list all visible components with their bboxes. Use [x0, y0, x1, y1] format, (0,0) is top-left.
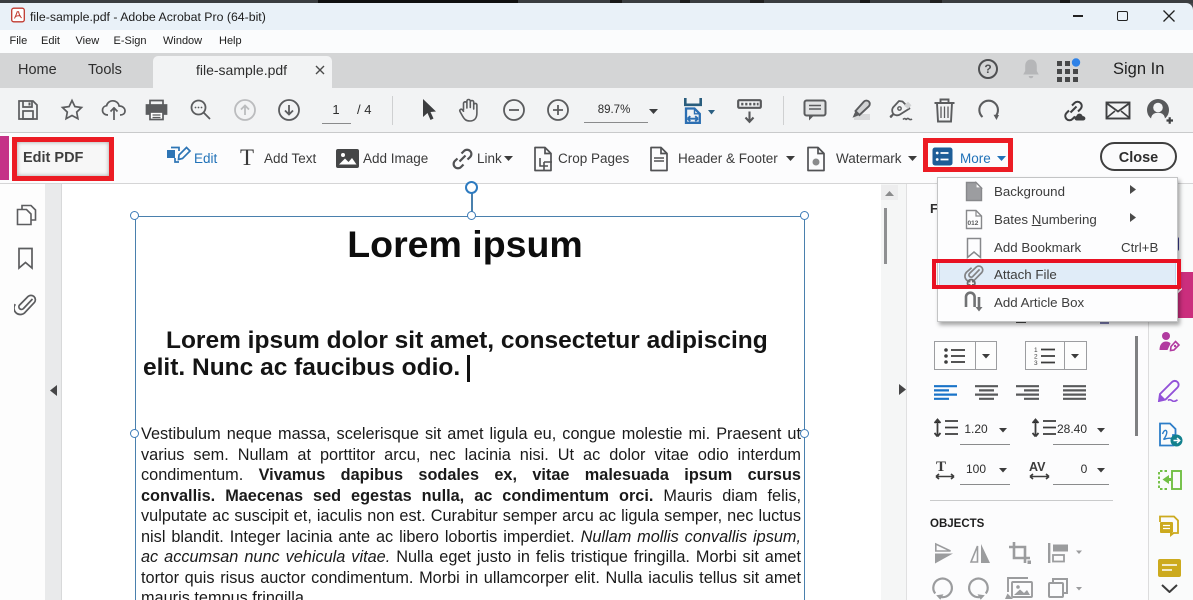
svg-text:3: 3 — [1034, 360, 1038, 365]
svg-text:?: ? — [984, 62, 991, 76]
svg-text:T: T — [936, 459, 946, 475]
svg-text:012: 012 — [968, 220, 979, 227]
svg-text:AV: AV — [1029, 460, 1046, 474]
